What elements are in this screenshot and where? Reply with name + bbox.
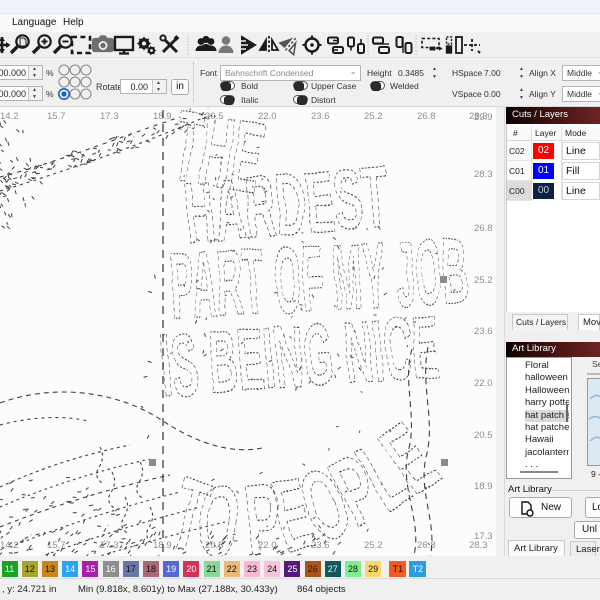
svg-text:IS BEING NICE: IS BEING NICE xyxy=(157,297,441,415)
